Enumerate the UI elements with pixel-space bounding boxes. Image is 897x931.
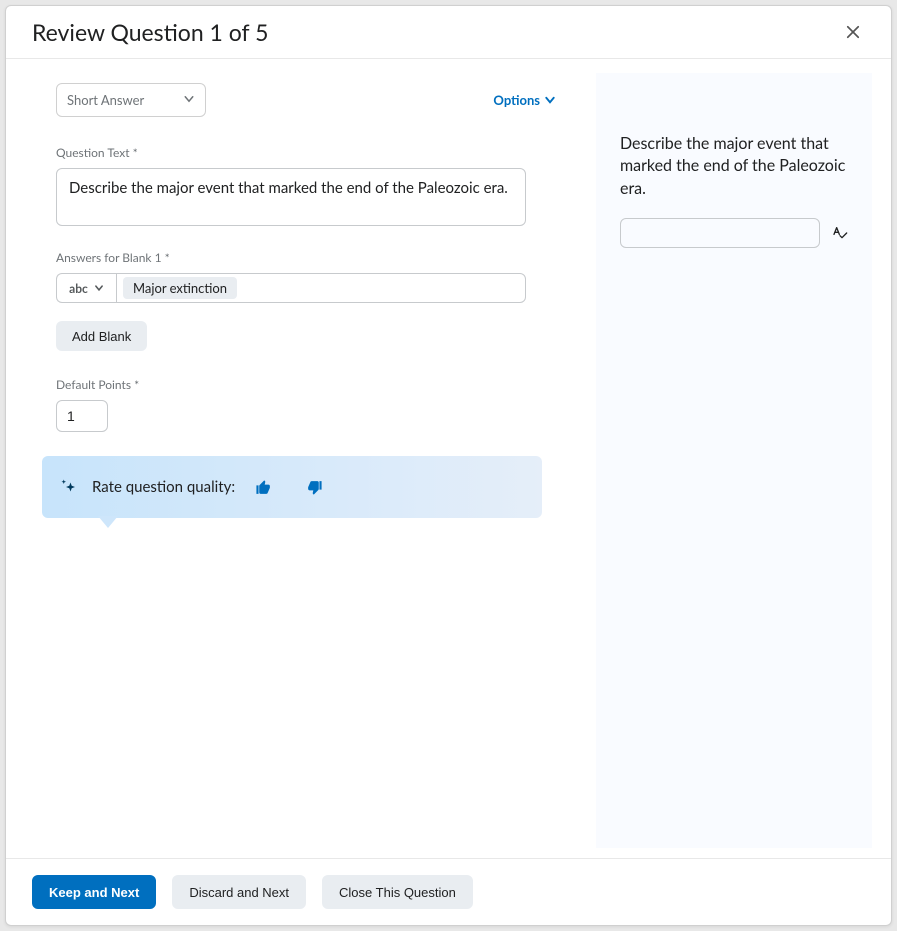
- close-question-button[interactable]: Close This Question: [322, 875, 473, 909]
- chevron-down-icon: [94, 283, 104, 293]
- dialog-footer: Keep and Next Discard and Next Close Thi…: [6, 858, 891, 925]
- dialog-title: Review Question 1 of 5: [32, 18, 268, 46]
- spellcheck-icon[interactable]: [832, 225, 848, 241]
- thumbs-up-button[interactable]: [255, 479, 272, 496]
- keep-and-next-label: Keep and Next: [49, 885, 139, 900]
- keep-and-next-button[interactable]: Keep and Next: [32, 875, 156, 909]
- question-text-label: Question Text *: [56, 145, 556, 160]
- rate-quality-label: Rate question quality:: [92, 478, 235, 496]
- dialog-header: Review Question 1 of 5: [6, 6, 891, 59]
- thumbs-down-button[interactable]: [306, 479, 323, 496]
- answers-label: Answers for Blank 1 *: [56, 250, 556, 265]
- compare-mode-value: abc: [69, 281, 88, 296]
- preview-column: Describe the major event that marked the…: [596, 73, 872, 848]
- thumbs-down-icon: [306, 479, 323, 496]
- question-text-value: Describe the major event that marked the…: [69, 179, 508, 197]
- review-question-dialog: Review Question 1 of 5 Short Answer Opti…: [5, 5, 892, 926]
- options-label: Options: [493, 92, 540, 108]
- editor-column: Short Answer Options Question Text * Des…: [56, 83, 556, 858]
- close-icon: [844, 23, 862, 41]
- close-button[interactable]: [839, 18, 867, 46]
- question-type-select[interactable]: Short Answer: [56, 83, 206, 117]
- discard-and-next-label: Discard and Next: [189, 885, 289, 900]
- answers-input[interactable]: Major extinction: [116, 273, 526, 303]
- add-blank-button[interactable]: Add Blank: [56, 321, 147, 351]
- preview-question-text: Describe the major event that marked the…: [620, 133, 848, 200]
- question-type-value: Short Answer: [67, 92, 144, 108]
- answer-chip[interactable]: Major extinction: [123, 277, 237, 299]
- chevron-down-icon: [544, 94, 556, 106]
- add-blank-label: Add Blank: [72, 329, 131, 344]
- chevron-down-icon: [183, 92, 195, 108]
- answer-compare-mode-select[interactable]: abc: [56, 273, 116, 303]
- close-question-label: Close This Question: [339, 885, 456, 900]
- sparkle-icon: [60, 478, 78, 496]
- thumbs-up-icon: [255, 479, 272, 496]
- dialog-body: Short Answer Options Question Text * Des…: [6, 59, 891, 858]
- default-points-input[interactable]: [56, 400, 108, 432]
- default-points-label: Default Points *: [56, 377, 556, 392]
- rate-quality-panel: Rate question quality:: [42, 456, 542, 518]
- options-dropdown[interactable]: Options: [493, 92, 556, 108]
- discard-and-next-button[interactable]: Discard and Next: [172, 875, 306, 909]
- question-text-input[interactable]: Describe the major event that marked the…: [56, 168, 526, 226]
- preview-answer-input[interactable]: [620, 218, 820, 248]
